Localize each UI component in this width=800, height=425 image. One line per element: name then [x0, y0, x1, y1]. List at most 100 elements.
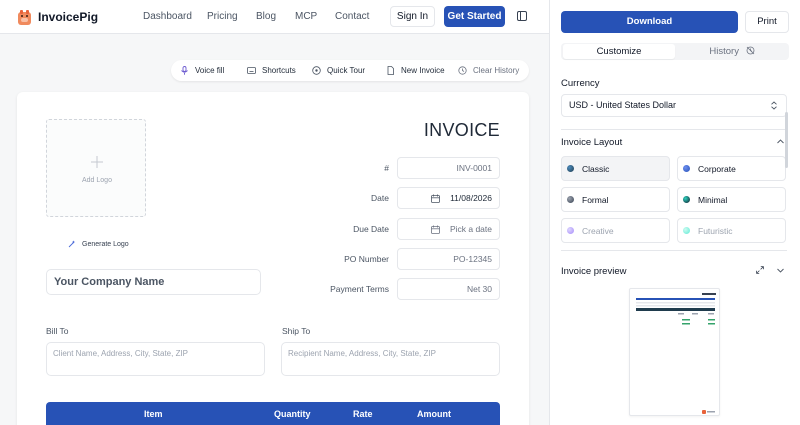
voice-fill-label: Voice fill [195, 66, 225, 75]
due-date-placeholder: Pick a date [449, 224, 492, 234]
layout-option-formal[interactable]: Formal [561, 187, 670, 212]
editor-toolbar: Voice fill Shortcuts Quick Tour New Invo… [171, 60, 529, 81]
ship-to-input[interactable]: Recipient Name, Address, City, State, ZI… [281, 342, 500, 376]
invoice-number-label: # [384, 163, 389, 173]
tour-icon [312, 66, 321, 75]
futuristic-swatch [683, 227, 690, 234]
section-divider [561, 129, 787, 130]
panel-tabs: Customize History [561, 43, 789, 60]
column-header-rate: Rate [353, 409, 373, 419]
clear-history-button[interactable]: Clear History [458, 60, 519, 81]
corporate-swatch [683, 165, 690, 172]
print-button[interactable]: Print [745, 11, 789, 33]
document-icon [387, 66, 394, 75]
invoice-thumbnail-graphic [636, 293, 716, 414]
download-button[interactable]: Download [561, 11, 738, 33]
po-number-placeholder: PO-12345 [453, 254, 492, 264]
po-number-input[interactable]: PO-12345 [397, 248, 500, 270]
nav-link-blog[interactable]: Blog [256, 11, 276, 22]
invoice-preview-thumbnail[interactable] [629, 288, 720, 416]
quick-tour-label: Quick Tour [327, 66, 366, 75]
formal-swatch [567, 196, 574, 203]
layout-formal-label: Formal [582, 194, 609, 205]
bill-to-label: Bill To [46, 326, 69, 336]
chevron-up-down-icon [771, 101, 777, 110]
sidebar-toggle-icon[interactable] [517, 11, 527, 21]
layout-futuristic-label: Futuristic [698, 225, 733, 236]
date-value: 11/08/2026 [450, 193, 492, 203]
tab-customize-label: Customize [596, 46, 642, 57]
layout-option-classic[interactable]: Classic [561, 156, 670, 181]
history-icon [458, 66, 467, 75]
plus-icon [91, 156, 103, 168]
top-nav: InvoicePig Dashboard Pricing Blog MCP Co… [0, 0, 549, 34]
payment-terms-input[interactable]: Net 30 [397, 278, 500, 300]
nav-link-dashboard[interactable]: Dashboard [143, 11, 192, 22]
classic-swatch [567, 165, 574, 172]
tab-history[interactable]: History [677, 44, 787, 59]
layout-corporate-label: Corporate [698, 163, 736, 174]
get-started-button[interactable]: Get Started [444, 6, 505, 27]
pig-logo-icon[interactable] [17, 9, 32, 26]
date-picker[interactable]: 11/08/2026 [397, 187, 500, 209]
po-number-label: PO Number [344, 254, 389, 264]
tab-history-label: History [709, 46, 739, 57]
nav-link-pricing[interactable]: Pricing [207, 11, 238, 22]
items-table-header: Item Quantity Rate Amount [46, 402, 500, 425]
nav-link-contact[interactable]: Contact [335, 11, 369, 22]
microphone-icon [181, 66, 188, 75]
new-invoice-button[interactable]: New Invoice [386, 60, 445, 81]
generate-logo-label: Generate Logo [82, 240, 129, 248]
brand-name[interactable]: InvoicePig [38, 10, 98, 24]
invoice-title[interactable]: INVOICE [420, 120, 500, 141]
voice-fill-button[interactable]: Voice fill [180, 60, 224, 81]
app: InvoicePig Dashboard Pricing Blog MCP Co… [0, 0, 800, 425]
creative-swatch [567, 227, 574, 234]
currency-value: USD - United States Dollar [569, 100, 677, 110]
column-header-item: Item [144, 409, 163, 419]
chevron-up-icon[interactable] [776, 137, 785, 146]
layout-classic-label: Classic [582, 163, 610, 174]
currency-select[interactable]: USD - United States Dollar [561, 94, 787, 117]
layout-option-corporate[interactable]: Corporate [677, 156, 786, 181]
history-off-icon [746, 46, 754, 55]
nav-link-mcp[interactable]: MCP [295, 11, 317, 22]
panel-scrollbar[interactable] [785, 112, 788, 168]
shortcuts-button[interactable]: Shortcuts [247, 60, 296, 81]
sign-in-button[interactable]: Sign In [390, 6, 435, 27]
minimal-swatch [683, 196, 690, 203]
layout-option-minimal[interactable]: Minimal [677, 187, 786, 212]
currency-heading: Currency [561, 78, 600, 89]
new-invoice-label: New Invoice [401, 66, 445, 75]
layout-option-futuristic[interactable]: Futuristic [677, 218, 786, 243]
invoice-preview-heading: Invoice preview [561, 266, 627, 277]
add-logo-label: Add Logo [82, 177, 112, 184]
magic-wand-icon [68, 240, 75, 248]
layout-minimal-label: Minimal [698, 194, 728, 205]
column-header-amount: Amount [417, 409, 451, 419]
calendar-icon [431, 225, 440, 234]
invoice-layout-heading: Invoice Layout [561, 137, 623, 148]
shortcuts-label: Shortcuts [262, 66, 296, 75]
layout-option-creative[interactable]: Creative [561, 218, 670, 243]
chevron-down-icon[interactable] [776, 266, 785, 275]
tab-customize[interactable]: Customize [563, 44, 675, 59]
expand-icon[interactable] [756, 266, 764, 274]
company-name-input[interactable]: Your Company Name [46, 269, 261, 295]
payment-terms-label: Payment Terms [330, 284, 389, 294]
layout-creative-label: Creative [582, 225, 614, 236]
keyboard-icon [247, 67, 256, 74]
ship-to-label: Ship To [282, 326, 311, 336]
invoice-number-value: INV-0001 [456, 163, 492, 173]
invoice-number-input[interactable]: INV-0001 [397, 157, 500, 179]
due-date-picker[interactable]: Pick a date [397, 218, 500, 240]
bill-to-input[interactable]: Client Name, Address, City, State, ZIP [46, 342, 265, 376]
generate-logo-button[interactable]: Generate Logo [68, 240, 129, 248]
clear-history-label: Clear History [473, 66, 520, 75]
date-label: Date [371, 193, 389, 203]
quick-tour-button[interactable]: Quick Tour [312, 60, 365, 81]
logo-upload-dropzone[interactable]: Add Logo [46, 119, 146, 217]
section-divider [561, 250, 787, 251]
column-header-quantity: Quantity [274, 409, 311, 419]
calendar-icon [431, 194, 440, 203]
